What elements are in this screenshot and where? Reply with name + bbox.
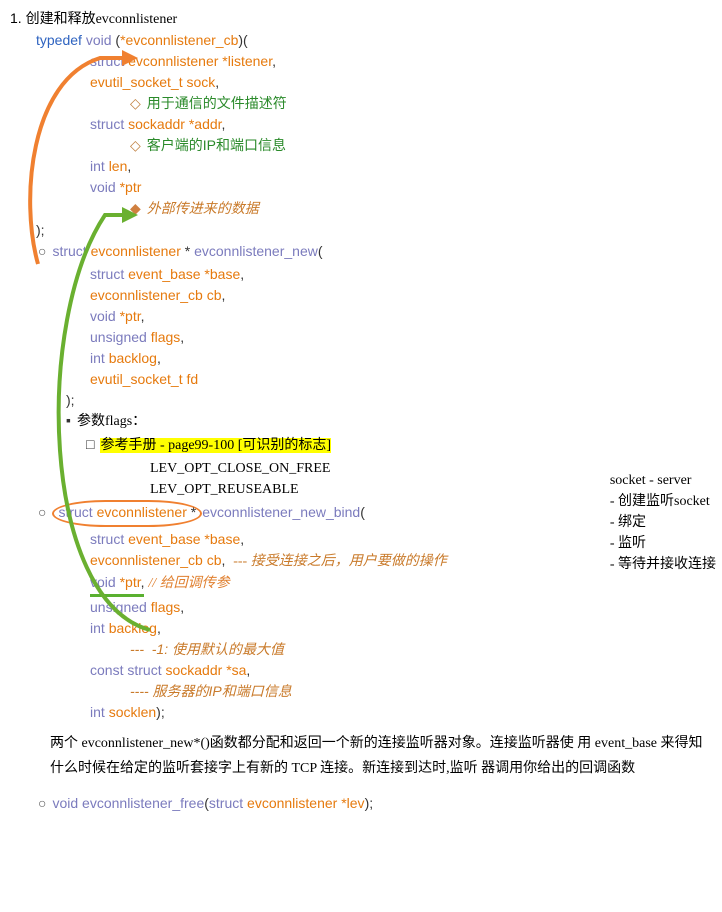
fn2-p6-note: ---- 服务器的IP和端口信息 bbox=[10, 681, 712, 702]
fn1-p3: void *ptr, bbox=[10, 306, 712, 327]
fn2-p3: void *ptr, // 给回调传参 bbox=[10, 572, 712, 597]
fn2-p6: const struct sockaddr *sa, bbox=[10, 660, 712, 681]
title-text: 创建和释放evconnlistener bbox=[26, 12, 178, 27]
sidebar-title: socket - server bbox=[610, 470, 716, 491]
fn2-p7: int socklen); bbox=[10, 702, 712, 723]
fn2-p1: struct event_base *base, bbox=[10, 529, 712, 550]
typedef-p2: evutil_socket_t sock, bbox=[10, 72, 712, 93]
sidebar-item-2: 监听 bbox=[610, 533, 716, 554]
title-number: 1. bbox=[10, 10, 22, 26]
fn1-p2: evconnlistener_cb cb, bbox=[10, 285, 712, 306]
typedef-line: typedef void (*evconnlistener_cb)( bbox=[10, 30, 712, 51]
sidebar-notes: socket - server 创建监听socket 绑定 监听 等待并接收连接 bbox=[610, 470, 716, 575]
fn1-p4: unsigned flags, bbox=[10, 327, 712, 348]
typedef-p5-note: ◆外部传进来的数据 bbox=[10, 198, 712, 220]
fn1-p1: struct event_base *base, bbox=[10, 264, 712, 285]
fn3-sig: void evconnlistener_free(struct evconnli… bbox=[38, 793, 712, 814]
fn2-p4: unsigned flags, bbox=[10, 597, 712, 618]
fn2-p5-note: --- -1: 使用默认的最大值 bbox=[10, 639, 712, 660]
fn1-close: ); bbox=[10, 390, 712, 411]
section-title: 1. 创建和释放evconnlistener bbox=[10, 8, 712, 30]
typedef-p3: struct sockaddr *addr, bbox=[10, 114, 712, 135]
typedef-p1: struct evconnlistener *listener, bbox=[10, 51, 712, 72]
fn1-opt1: LEV_OPT_CLOSE_ON_FREE bbox=[10, 458, 712, 479]
typedef-p4: int len, bbox=[10, 156, 712, 177]
fn1-opt2: LEV_OPT_REUSEABLE bbox=[10, 479, 712, 500]
fn1-flags-ref: 参考手册 - page99-100 [可识别的标志] bbox=[86, 434, 712, 456]
fn3-block: void evconnlistener_free(struct evconnli… bbox=[10, 793, 712, 814]
fn1-block: struct evconnlistener * evconnlistener_n… bbox=[10, 241, 712, 262]
sidebar-item-0: 创建监听socket bbox=[610, 491, 716, 512]
fn1-flags-label: 参数flags： bbox=[66, 411, 712, 432]
sidebar-item-3: 等待并接收连接 bbox=[610, 554, 716, 575]
fn2-block: struct evconnlistener *evconnlistener_ne… bbox=[10, 500, 712, 527]
fn1-p5: int backlog, bbox=[10, 348, 712, 369]
typedef-close: ); bbox=[10, 220, 712, 241]
typedef-p3-note: ◇客户端的IP和端口信息 bbox=[10, 135, 712, 156]
fn2-p5: int backlog, bbox=[10, 618, 712, 639]
sidebar-item-1: 绑定 bbox=[610, 512, 716, 533]
fn1-flags: 参数flags： 参考手册 - page99-100 [可识别的标志] bbox=[10, 411, 712, 456]
fn1-sig: struct evconnlistener * evconnlistener_n… bbox=[38, 241, 712, 262]
fn1-p6: evutil_socket_t fd bbox=[10, 369, 712, 390]
fn2-p2: evconnlistener_cb cb, --- 接受连接之后，用户要做的操作 bbox=[10, 550, 712, 572]
explanation-text: 两个 evconnlistener_new*()函数都分配和返回一个新的连接监听… bbox=[50, 731, 712, 781]
typedef-p2-note: ◇用于通信的文件描述符 bbox=[10, 93, 712, 114]
typedef-p5: void *ptr bbox=[10, 177, 712, 198]
